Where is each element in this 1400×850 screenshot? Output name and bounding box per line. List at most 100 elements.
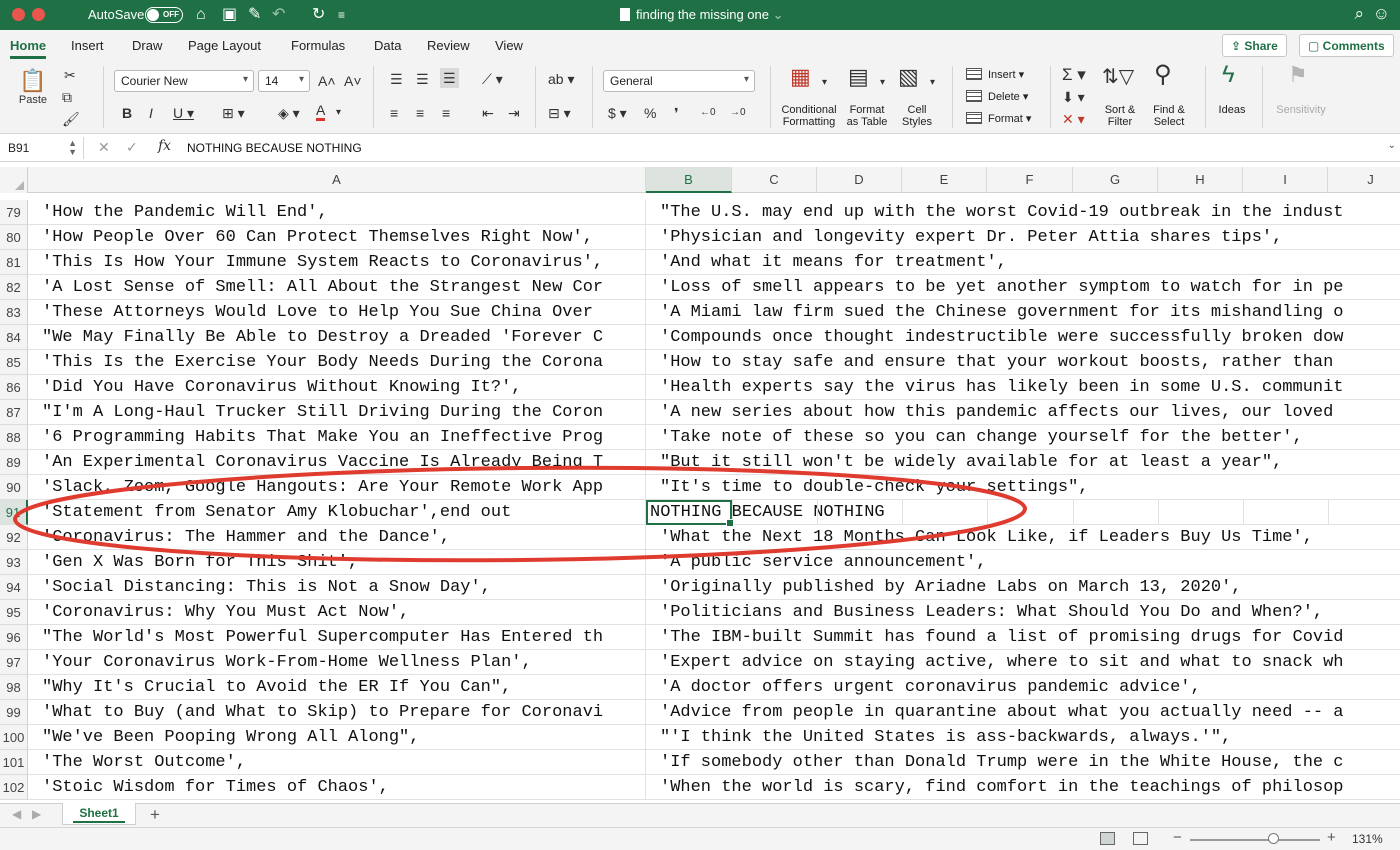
cell-b[interactable]: 'Take note of these so you can change yo… [646,425,1400,450]
delete-cells-button[interactable]: Delete ▾ [966,90,1028,103]
cell-b[interactable]: 'What the Next 18 Months Can Look Like, … [646,525,1400,550]
sort-filter-button[interactable]: Sort & Filter [1100,104,1140,128]
column-header-j[interactable]: J [1328,167,1400,193]
row-header[interactable]: 99 [0,700,28,725]
zoom-in-icon[interactable]: + [1327,829,1336,846]
comma-style-icon[interactable]: ❜ [674,104,679,122]
insert-function-icon[interactable]: fx [158,138,171,154]
zoom-out-icon[interactable]: − [1173,829,1182,846]
cancel-entry-icon[interactable]: ✕ [98,139,110,156]
cell-a[interactable]: 'Coronavirus: The Hammer and the Dance', [28,525,646,550]
row-header[interactable]: 101 [0,750,28,775]
close-window-button[interactable] [12,8,25,21]
row-header[interactable]: 81 [0,250,28,275]
tab-draw[interactable]: Draw [132,38,162,53]
row-header[interactable]: 92 [0,525,28,550]
account-icon[interactable]: ☺ [1373,4,1390,24]
row-header[interactable]: 79 [0,200,28,225]
merge-center-icon[interactable]: ⊟ ▾ [548,104,571,122]
clear-icon[interactable]: ✕ ▾ [1062,110,1085,128]
row-header[interactable]: 80 [0,225,28,250]
orientation-icon[interactable]: ⟋ ▾ [482,70,503,88]
cell-a[interactable]: 'Your Coronavirus Work-From-Home Wellnes… [28,650,646,675]
cell-b[interactable]: 'A public service announcement', [646,550,1400,575]
redo-icon[interactable]: ↻ [312,5,325,25]
borders-icon[interactable]: ⊞ ▾ [222,104,245,122]
cell-b[interactable]: "But it still won't be widely available … [646,450,1400,475]
italic-icon[interactable]: I [149,104,153,122]
decrease-indent-icon[interactable]: ⇤ [482,104,494,122]
cell-a[interactable]: 'What to Buy (and What to Skip) to Prepa… [28,700,646,725]
cell-a[interactable]: "The World's Most Powerful Supercomputer… [28,625,646,650]
cell-b[interactable]: 'And what it means for treatment', [646,250,1400,275]
find-select-button[interactable]: Find & Select [1148,104,1190,128]
comments-button[interactable]: ▢ Comments [1299,34,1394,57]
add-sheet-button[interactable]: + [150,805,160,825]
currency-icon[interactable]: $ ▾ [608,104,627,122]
font-color-icon[interactable]: A [316,102,326,121]
cell-b[interactable]: NOTHING BECAUSE NOTHING [646,500,1400,525]
expand-formula-bar-icon[interactable]: ⌄ [1388,140,1396,151]
chevron-down-icon[interactable]: ▾ [880,74,885,92]
cell-a[interactable]: 'Did You Have Coronavirus Without Knowin… [28,375,646,400]
cell-a[interactable]: 'Slack, Zoom, Google Hangouts: Are Your … [28,475,646,500]
row-header[interactable]: 102 [0,775,28,800]
cell-b[interactable]: 'Expert advice on staying active, where … [646,650,1400,675]
conditional-formatting-button[interactable]: Conditional Formatting [778,104,840,128]
align-bottom-icon[interactable]: ☰ [440,68,459,88]
cell-b[interactable]: 'Advice from people in quarantine about … [646,700,1400,725]
row-header[interactable]: 91 [0,500,28,525]
cell-b[interactable]: 'A doctor offers urgent coronavirus pand… [646,675,1400,700]
row-header[interactable]: 84 [0,325,28,350]
copy-icon[interactable]: ⧉ [62,88,72,106]
cell-b[interactable]: 'When the world is scary, find comfort i… [646,775,1400,800]
cell-b[interactable]: 'A Miami law firm sued the Chinese gover… [646,300,1400,325]
column-header-a[interactable]: A [28,167,646,193]
fill-color-icon[interactable]: ◈ ▾ [278,104,300,122]
zoom-slider[interactable] [1190,839,1320,841]
chevron-down-icon[interactable]: ▾ [930,74,935,92]
title-chevron-icon[interactable]: ⌄ [773,7,784,22]
row-header[interactable]: 97 [0,650,28,675]
row-header[interactable]: 86 [0,375,28,400]
prev-sheet-icon[interactable]: ◀ [12,807,21,821]
cell-a[interactable]: 'How the Pandemic Will End', [28,200,646,225]
format-as-table-icon[interactable]: ▤ [848,66,869,88]
column-header-f[interactable]: F [987,167,1073,193]
sort-filter-icon[interactable]: ⇅▽ [1102,67,1134,87]
tab-formulas[interactable]: Formulas [291,38,345,53]
number-format-select[interactable]: General ▾ [603,70,755,92]
page-layout-view-icon[interactable] [1133,832,1148,845]
cell-a[interactable]: 'An Experimental Coronavirus Vaccine Is … [28,450,646,475]
chevron-down-icon[interactable]: ▾ [822,74,827,92]
row-header[interactable]: 90 [0,475,28,500]
cell-b[interactable]: "It's time to double-check your settings… [646,475,1400,500]
cell-a[interactable]: '6 Programming Habits That Make You an I… [28,425,646,450]
row-header[interactable]: 96 [0,625,28,650]
cell-a[interactable]: 'This Is How Your Immune System Reacts t… [28,250,646,275]
increase-decimal-icon[interactable]: ←0 [700,104,716,122]
cell-a[interactable]: 'Coronavirus: Why You Must Act Now', [28,600,646,625]
column-header-g[interactable]: G [1073,167,1158,193]
name-box[interactable]: B91 ▲ ▼ [4,137,84,159]
select-all-corner[interactable] [0,167,28,193]
edit-icon[interactable]: ✎ [248,5,261,25]
row-header[interactable]: 100 [0,725,28,750]
align-left-icon[interactable]: ≡ [390,104,398,122]
row-header[interactable]: 94 [0,575,28,600]
cell-b[interactable]: "The U.S. may end up with the worst Covi… [646,200,1400,225]
cell-a[interactable]: 'Social Distancing: This is Not a Snow D… [28,575,646,600]
decrease-font-icon[interactable]: A˅ [344,72,362,90]
sheet-tab-sheet1[interactable]: Sheet1 [62,803,136,825]
column-header-b[interactable]: B [646,167,732,193]
row-header[interactable]: 89 [0,450,28,475]
cell-styles-button[interactable]: Cell Styles [896,104,938,128]
tab-page-layout[interactable]: Page Layout [188,38,261,53]
cell-a[interactable]: 'Stoic Wisdom for Times of Chaos', [28,775,646,800]
cell-b[interactable]: 'The IBM-built Summit has found a list o… [646,625,1400,650]
cell-a[interactable]: "We May Finally Be Able to Destroy a Dre… [28,325,646,350]
cell-a[interactable]: "We've Been Pooping Wrong All Along", [28,725,646,750]
autosave-toggle[interactable]: OFF [145,7,183,23]
column-header-c[interactable]: C [732,167,817,193]
increase-font-icon[interactable]: A˄ [318,72,336,90]
